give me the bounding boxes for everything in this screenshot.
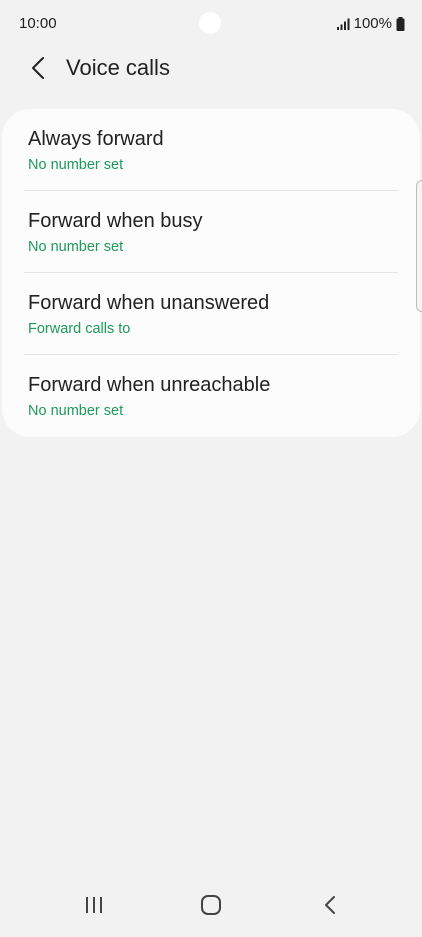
list-item-always-forward[interactable]: Always forward No number set: [2, 109, 420, 191]
list-item-forward-when-unanswered[interactable]: Forward when unanswered Forward calls to: [2, 273, 420, 355]
app-bar: Voice calls: [0, 48, 422, 92]
page-title: Voice calls: [66, 55, 170, 80]
status-indicators: 100%: [336, 15, 405, 32]
back-icon: [323, 895, 337, 920]
home-button[interactable]: [191, 887, 231, 927]
item-status: Forward calls to: [28, 321, 131, 337]
battery-icon: [396, 16, 405, 31]
call-forwarding-list: Always forward No number set Forward whe…: [2, 109, 420, 437]
navigation-bar: [0, 875, 422, 937]
nav-back-button[interactable]: [310, 887, 350, 927]
item-title: Always forward: [28, 128, 164, 150]
item-title: Forward when unanswered: [28, 292, 270, 314]
recents-button[interactable]: [74, 887, 114, 927]
list-item-forward-when-busy[interactable]: Forward when busy No number set: [2, 191, 420, 273]
item-title: Forward when unreachable: [28, 374, 271, 396]
item-title: Forward when busy: [28, 210, 203, 232]
item-status: No number set: [28, 239, 124, 255]
list-item-forward-when-unreachable[interactable]: Forward when unreachable No number set: [2, 355, 420, 437]
status-time: 10:00: [19, 15, 57, 32]
battery-percent: 100%: [353, 15, 392, 32]
recents-icon: [83, 895, 105, 920]
back-button[interactable]: [22, 54, 54, 86]
signal-icon: [336, 18, 350, 30]
status-bar: 10:00 100%: [0, 0, 422, 48]
back-arrow-icon: [31, 56, 45, 85]
item-status: No number set: [28, 157, 124, 173]
home-icon: [200, 894, 222, 921]
front-camera: [199, 12, 221, 34]
item-status: No number set: [28, 403, 124, 419]
scrollbar[interactable]: [416, 180, 422, 312]
